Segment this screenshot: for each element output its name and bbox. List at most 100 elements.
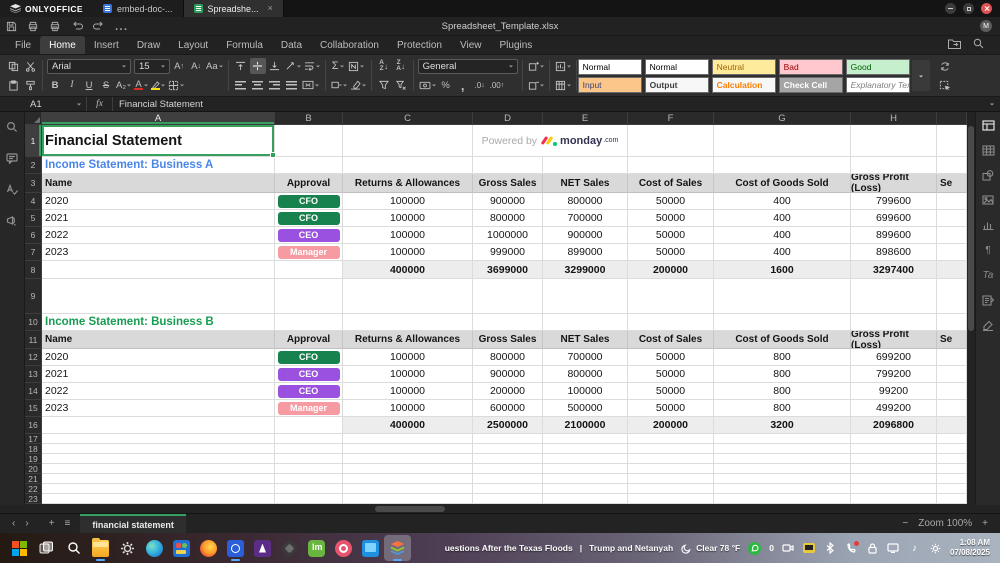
document-tab-spreadsheet[interactable]: Spreadshe... ×	[184, 0, 284, 17]
col-header-E[interactable]: E	[543, 112, 628, 125]
cell-G16[interactable]: 3200	[714, 417, 851, 434]
cell-D17[interactable]	[473, 434, 543, 444]
cell-style-good-4[interactable]: Good	[846, 59, 910, 75]
approval-chip[interactable]: CFO	[278, 212, 340, 225]
cell-F6[interactable]: 50000	[628, 227, 714, 244]
insert-cells-button[interactable]	[527, 58, 545, 74]
edge-browser-icon[interactable]	[141, 535, 168, 561]
cell-I1[interactable]	[937, 125, 967, 157]
approval-chip[interactable]: CEO	[278, 368, 340, 381]
brightness-icon[interactable]	[929, 542, 942, 555]
cell-D5[interactable]: 800000	[473, 210, 543, 227]
cell-B23[interactable]	[275, 494, 343, 504]
cell-F19[interactable]	[628, 454, 714, 464]
cell-E17[interactable]	[543, 434, 628, 444]
cell-E20[interactable]	[543, 464, 628, 474]
cell-H4[interactable]: 799600	[851, 193, 937, 210]
decrease-decimal-button[interactable]: .0↓	[472, 77, 488, 93]
vertical-scrollbar[interactable]	[967, 112, 975, 505]
approval-chip[interactable]: Manager	[278, 246, 340, 259]
change-case-button[interactable]: Aa	[205, 58, 224, 74]
cell-E5[interactable]: 700000	[543, 210, 628, 227]
conditional-formatting-button[interactable]	[554, 58, 572, 74]
cell-C21[interactable]	[343, 474, 473, 484]
cell-style-input-5[interactable]: Input	[578, 77, 642, 93]
cell-A8[interactable]	[42, 261, 275, 279]
mail-app-icon[interactable]	[222, 535, 249, 561]
cell-D4[interactable]: 900000	[473, 193, 543, 210]
row-header-5[interactable]: 5	[25, 210, 42, 227]
cell-D14[interactable]: 200000	[473, 383, 543, 400]
select-all-corner[interactable]	[25, 112, 42, 125]
cell-C3[interactable]: Returns & Allowances	[343, 174, 473, 193]
cell-E4[interactable]: 800000	[543, 193, 628, 210]
cell-F2[interactable]	[628, 157, 714, 174]
fill-button[interactable]	[330, 77, 348, 93]
paste-button[interactable]	[5, 77, 21, 93]
app-store-icon[interactable]	[168, 535, 195, 561]
named-ranges-button[interactable]	[347, 58, 365, 74]
cell-A1[interactable]: Financial Statement	[42, 125, 275, 157]
cell-E23[interactable]	[543, 494, 628, 504]
whatsapp-tray-icon[interactable]	[748, 542, 761, 555]
horizontal-scrollbar[interactable]	[25, 505, 967, 513]
cell-F9[interactable]	[628, 279, 714, 314]
cell-I21[interactable]	[937, 474, 967, 484]
cell-G5[interactable]: 400	[714, 210, 851, 227]
increase-decimal-button[interactable]: .00↑	[489, 77, 506, 93]
align-justify-button[interactable]	[284, 77, 300, 93]
approval-chip[interactable]: CFO	[278, 195, 340, 208]
settings-gear-icon[interactable]	[114, 535, 141, 561]
cell-H1[interactable]	[851, 125, 937, 157]
phone-tray-icon[interactable]	[845, 542, 858, 555]
cell-A22[interactable]	[42, 484, 275, 494]
cell-A12[interactable]: 2020	[42, 349, 275, 366]
cell-C17[interactable]	[343, 434, 473, 444]
cell-C18[interactable]	[343, 444, 473, 454]
cell-E19[interactable]	[543, 454, 628, 464]
name-box[interactable]: A1	[25, 97, 87, 111]
display-tray-icon[interactable]	[887, 542, 900, 555]
cell-B21[interactable]	[275, 474, 343, 484]
cell-E12[interactable]: 700000	[543, 349, 628, 366]
approval-chip[interactable]: Manager	[278, 402, 340, 415]
clear-filter-button[interactable]	[393, 77, 409, 93]
quick-print-button[interactable]	[44, 18, 66, 34]
cell-I4[interactable]	[937, 193, 967, 210]
col-header-G[interactable]: G	[714, 112, 851, 125]
cell-H15[interactable]: 499200	[851, 400, 937, 417]
menu-tab-view[interactable]: View	[451, 36, 491, 54]
cell-B3[interactable]: Approval	[275, 174, 343, 193]
cell-A15[interactable]: 2023	[42, 400, 275, 417]
approval-chip[interactable]: CEO	[278, 229, 340, 242]
cell-A11[interactable]: Name	[42, 331, 275, 349]
cell-A13[interactable]: 2021	[42, 366, 275, 383]
row-header-18[interactable]: 18	[25, 444, 42, 454]
cell-I22[interactable]	[937, 484, 967, 494]
row-header-13[interactable]: 13	[25, 366, 42, 383]
cell-D15[interactable]: 600000	[473, 400, 543, 417]
cell-E21[interactable]	[543, 474, 628, 484]
cell-I11[interactable]: Se	[937, 331, 967, 349]
menu-tab-file[interactable]: File	[6, 36, 40, 54]
cell-B14[interactable]: CEO	[275, 383, 343, 400]
cell-E22[interactable]	[543, 484, 628, 494]
cell-C10[interactable]	[343, 314, 473, 331]
cell-G6[interactable]: 400	[714, 227, 851, 244]
lock-icon[interactable]	[866, 542, 879, 555]
expand-formula-bar-button[interactable]	[982, 97, 1000, 111]
vertical-scroll-thumb[interactable]	[968, 126, 974, 331]
cell-C19[interactable]	[343, 454, 473, 464]
news-ticker[interactable]: uestions After the Texas Floods | Trump …	[445, 543, 673, 553]
cell-H2[interactable]	[851, 157, 937, 174]
formula-input[interactable]: Financial Statement	[113, 97, 982, 111]
cell-C2[interactable]	[343, 157, 473, 174]
cell-G2[interactable]	[714, 157, 851, 174]
cell-E14[interactable]: 100000	[543, 383, 628, 400]
approval-chip[interactable]: CEO	[278, 385, 340, 398]
cell-G22[interactable]	[714, 484, 851, 494]
cell-B20[interactable]	[275, 464, 343, 474]
cell-A2[interactable]: Income Statement: Business A	[42, 157, 275, 174]
cell-G10[interactable]	[714, 314, 851, 331]
cell-E10[interactable]	[543, 314, 628, 331]
